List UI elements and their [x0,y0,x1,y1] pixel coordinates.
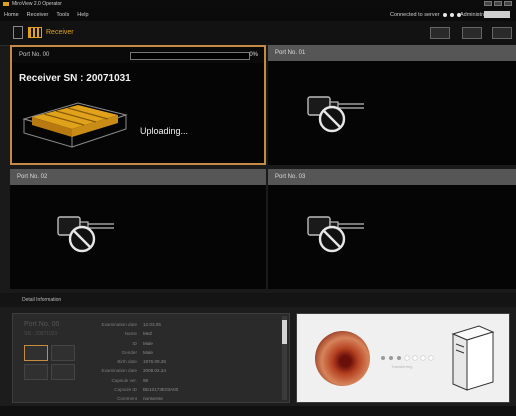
port-slot-02[interactable] [24,364,48,380]
list-view-button[interactable] [492,27,512,39]
detail-header: Detail Information [0,293,516,307]
port-label: Port No. 02 [17,174,48,180]
status-bar [0,406,516,416]
port-label: Port No. 03 [275,174,306,180]
port-slot-01[interactable] [51,345,75,361]
toolbar-section-label: Receiver [46,29,74,36]
progress-dot-icon [381,356,385,360]
port-label: Port No. 01 [275,50,306,56]
maximize-button[interactable] [494,1,502,6]
detail-port-id: SN : 20071031 [24,331,58,337]
patient-info-list: Examination date 12.03.05 Name MeZ ID Male … [93,320,179,404]
document-icon[interactable] [13,26,23,39]
menu-help[interactable]: Help [77,12,88,18]
detail-info-card: Port No. 00 SN : 20071031 Examination da… [12,313,290,403]
progress-dot-icon [389,356,393,360]
menu-home[interactable]: Home [4,12,19,18]
transfer-label: Transferring [391,364,413,369]
progress-percent: 0% [249,52,258,58]
port-panel-03[interactable]: Port No. 03 [268,169,516,289]
port-panel-01[interactable]: Port No. 01 [268,45,516,165]
port-header: Port No. 03 [268,169,516,185]
receiver-device-icon [22,102,128,148]
receiver-serial: Receiver SN : 20071031 [19,73,131,84]
info-row: Capsule ID BE10173E03A00 [114,387,179,393]
info-row: Birth date 1976.09.26 [117,359,166,365]
window-controls [484,1,512,6]
menu-receiver[interactable]: Receiver [27,12,49,18]
port-label: Port No. 00 [19,52,50,58]
window-title: MiroView 2.0 Operator [12,1,62,7]
port-slot-00[interactable] [24,345,48,361]
port-header: Port No. 02 [10,169,266,185]
port-slot-03[interactable] [51,364,75,380]
port-header: Port No. 00 0% [12,47,264,63]
upload-status: Uploading... [140,126,189,136]
menu-bar: Home Receiver Tools Help Connected to se… [0,8,516,21]
transfer-progress-dots [381,356,433,360]
scrollbar-thumb[interactable] [282,320,287,344]
upload-progress-bar [130,52,250,60]
detail-panel: Detail Information Port No. 00 SN : 2007… [0,293,516,406]
transfer-preview: Transferring [296,313,510,403]
info-row: ID Male [132,340,153,346]
port-panel-00[interactable]: Port No. 00 0% Receiver SN : 20071031 Up… [10,45,266,165]
minimize-button[interactable] [484,1,492,6]
toolbar: Receiver [0,21,516,46]
unplugged-cable-icon [307,96,364,133]
unplugged-cable-icon [307,216,364,253]
port-panel-02[interactable]: Port No. 02 [10,169,266,289]
progress-dot-icon [421,356,425,360]
close-button[interactable] [504,1,512,6]
info-row: Name MeZ [124,331,153,337]
info-row: Comment nonsense [117,396,163,402]
grid-view-button[interactable] [462,27,482,39]
progress-dot-icon [429,356,433,360]
connection-status: Connected to server [390,12,461,18]
download-button[interactable] [430,27,450,39]
info-row: Examination date 2008.02.24 [101,368,167,374]
status-dot-icon [449,13,454,17]
progress-dot-icon [397,356,401,360]
computer-tower-icon [451,325,495,391]
detail-port-label: Port No. 00 [24,321,60,328]
endoscopy-image [315,331,370,386]
info-scrollbar[interactable] [282,316,287,400]
status-dot-icon [442,13,447,17]
port-header: Port No. 01 [268,45,516,61]
info-row: Capsule ver. 99 [111,377,149,383]
progress-dot-icon [405,356,409,360]
menu-tools[interactable]: Tools [56,12,69,18]
unplugged-cable-icon [57,216,114,253]
info-row: Examination date 12.03.05 [101,322,161,327]
connection-label: Connected to server [390,12,440,18]
user-menu-button[interactable] [484,11,510,18]
title-bar: MiroView 2.0 Operator [0,0,516,8]
info-row: Gender Male [121,349,153,355]
receiver-device-icon[interactable] [28,27,42,38]
app-logo-icon [3,2,9,6]
progress-dot-icon [413,356,417,360]
